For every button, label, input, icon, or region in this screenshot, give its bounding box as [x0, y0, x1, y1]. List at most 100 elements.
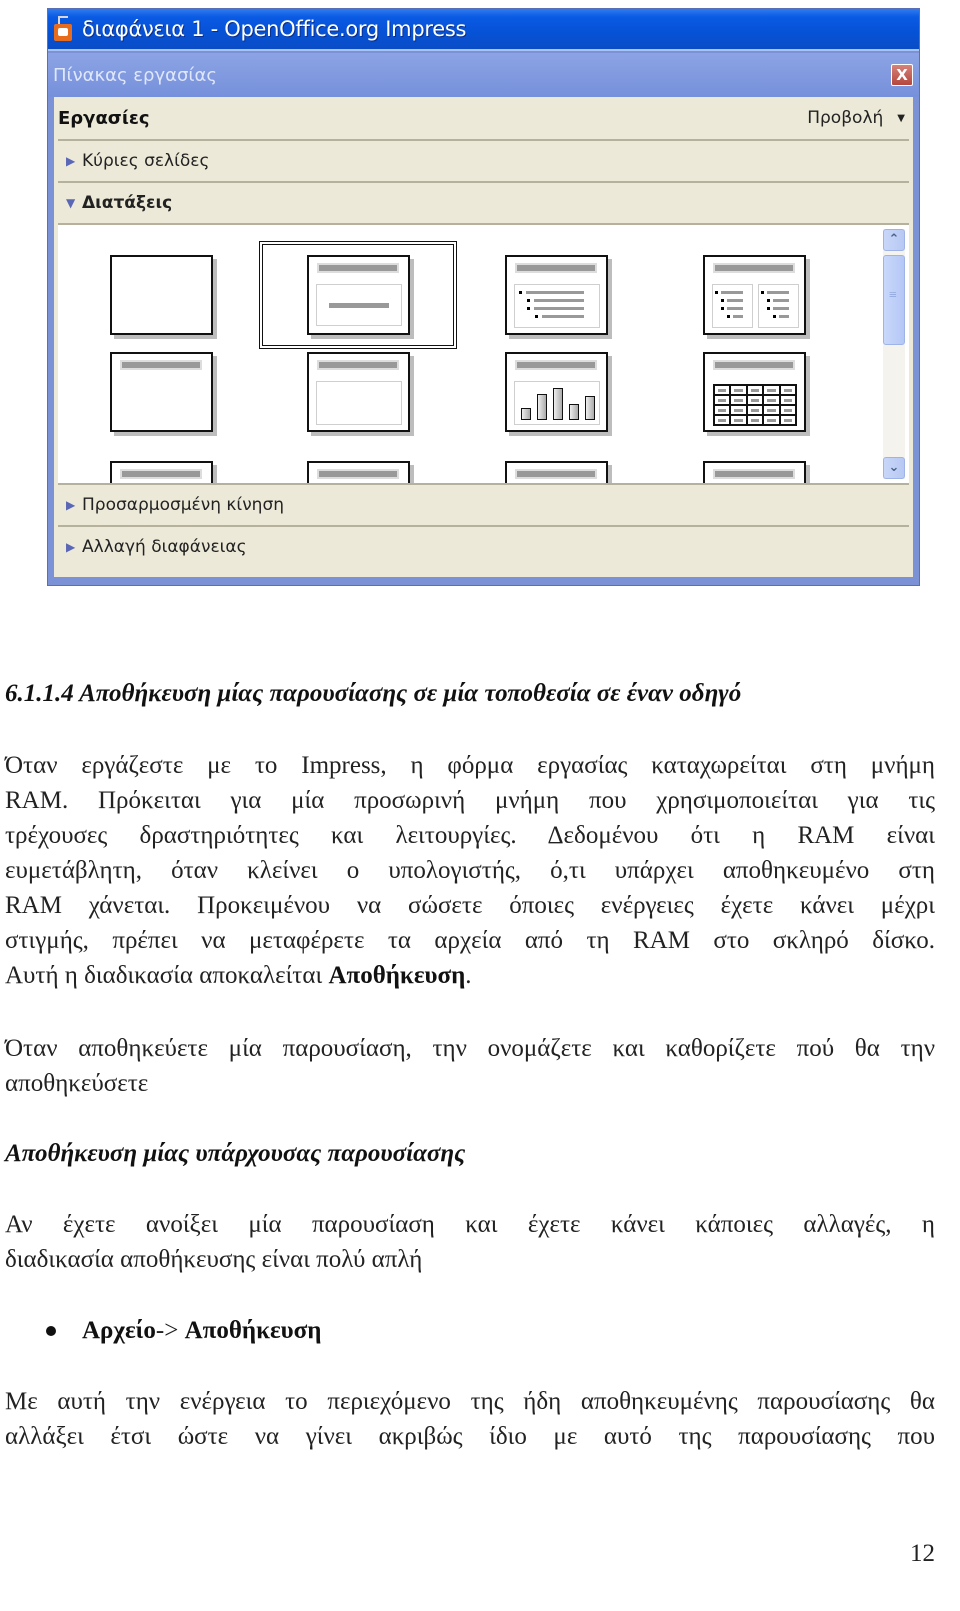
- bullet-line: [733, 315, 743, 318]
- title-placeholder: [120, 360, 202, 370]
- title-placeholder: [515, 263, 597, 273]
- layouts-grid: [58, 225, 848, 483]
- layout-title-chart[interactable]: [505, 352, 608, 432]
- title-placeholder: [317, 360, 399, 370]
- paragraph-3: Αν έχετε ανοίξει μία παρουσίαση και έχετ…: [5, 1207, 935, 1277]
- term-save: Αποθήκευση: [328, 962, 466, 989]
- table-cell: [747, 416, 763, 424]
- page-number: 12: [910, 1540, 935, 1567]
- layout-centered-text[interactable]: [307, 352, 410, 432]
- table-cell: [747, 396, 763, 404]
- section-label: Διατάξεις: [82, 193, 173, 213]
- table-cell: [764, 416, 779, 424]
- table-cell: [715, 396, 730, 404]
- text-line: Αυτή η διαδικασία αποκαλείται Αποθήκευση…: [5, 958, 935, 993]
- table-cell: [764, 406, 779, 414]
- bullet-line: [779, 315, 789, 318]
- bullet-line: [542, 315, 584, 318]
- scrollbar-thumb[interactable]: [883, 255, 905, 345]
- collapse-arrow-icon: ▼: [66, 196, 76, 210]
- title-placeholder: [120, 469, 202, 479]
- title-placeholder: [317, 263, 399, 273]
- chart-bar-icon: [521, 408, 531, 420]
- chart-bar-icon: [537, 394, 547, 420]
- view-menu-button[interactable]: Προβολή ▼: [807, 108, 905, 128]
- text-line: ευμετάβλητη, όταν κλείνει ο υπολογιστής,…: [5, 857, 935, 884]
- text-line: RAM χάνεται. Προκειμένου να σώσετε όποιε…: [5, 892, 935, 919]
- section-slide-transition[interactable]: ▶ Αλλαγή διαφάνειας: [58, 525, 909, 567]
- bullet-line: [727, 307, 743, 310]
- tasks-row: Εργασίες Προβολή ▼: [54, 97, 913, 139]
- menu-path-arrow: ->: [155, 1317, 185, 1344]
- window-title: διαφάνεια 1 - OpenOffice.org Impress: [82, 17, 467, 41]
- task-pane-body: Εργασίες Προβολή ▼ ▶ Κύριες σελίδες ▼ Δι…: [54, 97, 913, 577]
- view-menu-label: Προβολή: [807, 108, 884, 128]
- chart-bar-icon: [553, 388, 563, 420]
- text-span: Αυτή η διαδικασία αποκαλείται: [5, 962, 329, 989]
- layout-title-slide[interactable]: [307, 255, 410, 335]
- title-placeholder: [713, 360, 795, 370]
- layout-title-only[interactable]: [110, 352, 213, 432]
- layout-title-table[interactable]: [703, 352, 806, 432]
- scroll-up-icon[interactable]: ⌃: [883, 229, 905, 251]
- chart-bar-icon: [585, 396, 595, 420]
- layouts-scrollbar[interactable]: ⌃ ⌄: [883, 229, 905, 479]
- layout-layout-10[interactable]: [307, 461, 410, 483]
- title-bar: διαφάνεια 1 - OpenOffice.org Impress: [48, 9, 919, 51]
- bullet-mark: [721, 299, 724, 302]
- table-cell: [715, 386, 730, 394]
- bullet-line: [773, 299, 789, 302]
- bullet-line: [534, 307, 584, 310]
- table-cell: [731, 406, 746, 414]
- text-line: αλλάξει έτσι ώστε να γίνει ακριβώς ίδιο …: [5, 1423, 935, 1450]
- chart-bar-icon: [569, 404, 579, 420]
- bullet-icon: [46, 1325, 56, 1336]
- bullet-line: [526, 291, 584, 294]
- section-master-pages[interactable]: ▶ Κύριες σελίδες: [58, 139, 909, 181]
- bullet-mark: [527, 299, 530, 302]
- title-placeholder: [515, 469, 597, 479]
- layout-blank[interactable]: [110, 255, 213, 335]
- bullet-line: [721, 291, 743, 294]
- table-cell: [715, 416, 730, 424]
- close-icon[interactable]: X: [891, 64, 913, 86]
- text-line: Όταν εργάζεστε με το Impress, η φόρμα ερ…: [5, 752, 935, 779]
- paragraph-1: Όταν εργάζεστε με το Impress, η φόρμα ερ…: [5, 748, 935, 993]
- menu-path: Αρχείο-> Αποθήκευση: [82, 1313, 321, 1348]
- layout-layout-11[interactable]: [505, 461, 608, 483]
- table-cell: [731, 416, 746, 424]
- text-line: Αν έχετε ανοίξει μία παρουσίαση και έχετ…: [5, 1211, 935, 1238]
- expand-arrow-icon: ▶: [66, 154, 76, 168]
- bullet-mark: [727, 315, 730, 318]
- expand-arrow-icon: ▶: [66, 540, 76, 554]
- subheading: Αποθήκευση μίας υπάρχουσας παρουσίασης: [5, 1140, 466, 1167]
- title-placeholder: [713, 263, 795, 273]
- content-placeholder: [316, 381, 402, 425]
- layouts-gallery: ⌃ ⌄: [58, 223, 909, 483]
- chevron-down-icon: ▼: [897, 112, 905, 124]
- table-cell: [780, 416, 795, 424]
- table-icon: [713, 384, 797, 426]
- bullet-mark: [721, 307, 724, 310]
- layout-title-content[interactable]: [505, 255, 608, 335]
- paragraph-4: Με αυτή την ενέργεια το περιεχόμενο της …: [5, 1384, 935, 1454]
- scroll-down-icon[interactable]: ⌄: [883, 457, 905, 479]
- section-custom-animation[interactable]: ▶ Προσαρμοσμένη κίνηση: [58, 483, 909, 525]
- bullet-mark: [761, 291, 764, 294]
- layout-layout-12[interactable]: [703, 461, 806, 483]
- menu-path-save: Αποθήκευση: [184, 1317, 322, 1344]
- bullet-item: Αρχείο-> Αποθήκευση: [5, 1313, 935, 1348]
- layout-title-2-content[interactable]: [703, 255, 806, 335]
- impress-app-icon: [52, 16, 74, 42]
- text-line: αποθηκεύσετε: [5, 1070, 149, 1097]
- table-cell: [747, 406, 763, 414]
- table-cell: [764, 386, 779, 394]
- bullet-line: [767, 291, 789, 294]
- layout-layout-9[interactable]: [110, 461, 213, 483]
- section-layouts[interactable]: ▼ Διατάξεις: [58, 181, 909, 223]
- paragraph-2: Όταν αποθηκεύετε μία παρουσίαση, την ονο…: [5, 1031, 935, 1101]
- table-cell: [764, 396, 779, 404]
- title-placeholder: [515, 360, 597, 370]
- text-line: τρέχουσες δραστηριότητες και λειτουργίες…: [5, 822, 935, 849]
- bullet-line: [727, 299, 743, 302]
